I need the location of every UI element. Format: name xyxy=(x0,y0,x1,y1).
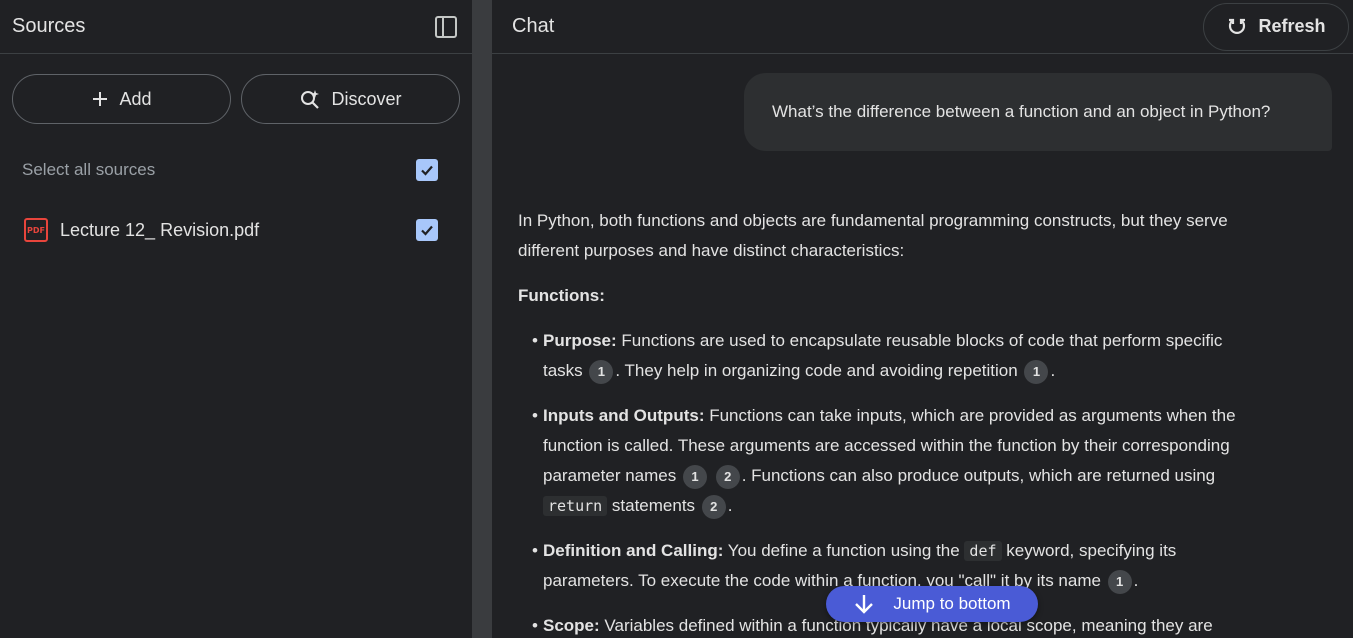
arrow-down-icon xyxy=(855,595,874,614)
sources-title: Sources xyxy=(12,15,86,37)
select-all-checkbox[interactable] xyxy=(416,159,438,181)
answer-section-heading: Functions: xyxy=(518,286,605,305)
citation-chip[interactable]: 2 xyxy=(701,494,726,519)
collapse-panel-button[interactable] xyxy=(432,13,460,41)
sources-panel: Sources Add Discover Select all sources … xyxy=(0,0,472,638)
source-item-left: PDF Lecture 12_ Revision.pdf xyxy=(24,218,259,242)
citation-chip[interactable]: 1 xyxy=(589,359,614,384)
citation-chip[interactable]: 2 xyxy=(715,464,740,489)
chat-header: Chat Refresh xyxy=(492,0,1353,54)
pdf-file-icon: PDF xyxy=(24,218,48,242)
bullet-term: Purpose: xyxy=(543,331,617,350)
bullet-text: . xyxy=(1133,571,1139,590)
discover-button[interactable]: Discover xyxy=(241,74,460,124)
bullet-term: Inputs and Outputs: xyxy=(543,406,705,425)
citation-chip[interactable]: 1 xyxy=(1024,359,1049,384)
bullet-text: . They help in organizing code and avoid… xyxy=(615,361,1023,380)
source-item[interactable]: PDF Lecture 12_ Revision.pdf xyxy=(0,218,472,242)
bullet-text: . xyxy=(1050,361,1056,380)
panel-gutter xyxy=(472,0,492,638)
plus-icon xyxy=(93,92,108,106)
select-all-label: Select all sources xyxy=(22,160,156,179)
inline-code: return xyxy=(543,496,608,516)
refresh-icon xyxy=(1229,18,1246,34)
checkmark-icon xyxy=(421,225,433,236)
bullet-text: statements xyxy=(607,496,700,515)
add-label: Add xyxy=(119,88,152,109)
checkmark-icon xyxy=(421,165,433,176)
source-checkbox[interactable] xyxy=(416,219,438,241)
source-name: Lecture 12_ Revision.pdf xyxy=(60,219,260,240)
chat-panel: Chat Refresh What’s the difference betwe… xyxy=(492,0,1353,638)
bullet-text: . xyxy=(727,496,733,515)
app-window: Sources Add Discover Select all sources … xyxy=(0,0,1353,638)
source-actions: Add Discover xyxy=(0,54,472,124)
list-item: Purpose: Functions are used to encapsula… xyxy=(532,326,1248,386)
bullet-text: You define a function using the xyxy=(723,541,965,560)
citation-chip[interactable]: 1 xyxy=(1107,569,1132,594)
jump-label: Jump to bottom xyxy=(893,594,1011,613)
inline-code: def xyxy=(964,541,1002,561)
bullet-text: . Functions can also produce outputs, wh… xyxy=(741,466,1216,485)
discover-label: Discover xyxy=(331,88,402,109)
refresh-label: Refresh xyxy=(1258,16,1326,36)
bullet-term: Definition and Calling: xyxy=(543,541,724,560)
citation-chip[interactable]: 1 xyxy=(682,464,707,489)
refresh-button[interactable]: Refresh xyxy=(1203,2,1349,51)
chat-title: Chat xyxy=(512,15,555,37)
user-message-text: What’s the difference between a function… xyxy=(772,102,1271,121)
user-message-bubble: What’s the difference between a function… xyxy=(744,73,1332,151)
panel-toggle-icon xyxy=(435,15,457,38)
jump-to-bottom-button[interactable]: Jump to bottom xyxy=(826,586,1038,622)
answer-intro: In Python, both functions and objects ar… xyxy=(518,211,1228,260)
bullet-term: Scope: xyxy=(543,616,600,635)
discover-search-sparkle-icon xyxy=(301,90,320,109)
select-all-row: Select all sources xyxy=(0,158,472,182)
add-source-button[interactable]: Add xyxy=(12,74,231,124)
sources-header: Sources xyxy=(0,0,472,54)
assistant-answer: In Python, both functions and objects ar… xyxy=(518,206,1248,638)
list-item: Inputs and Outputs: Functions can take i… xyxy=(532,401,1248,521)
